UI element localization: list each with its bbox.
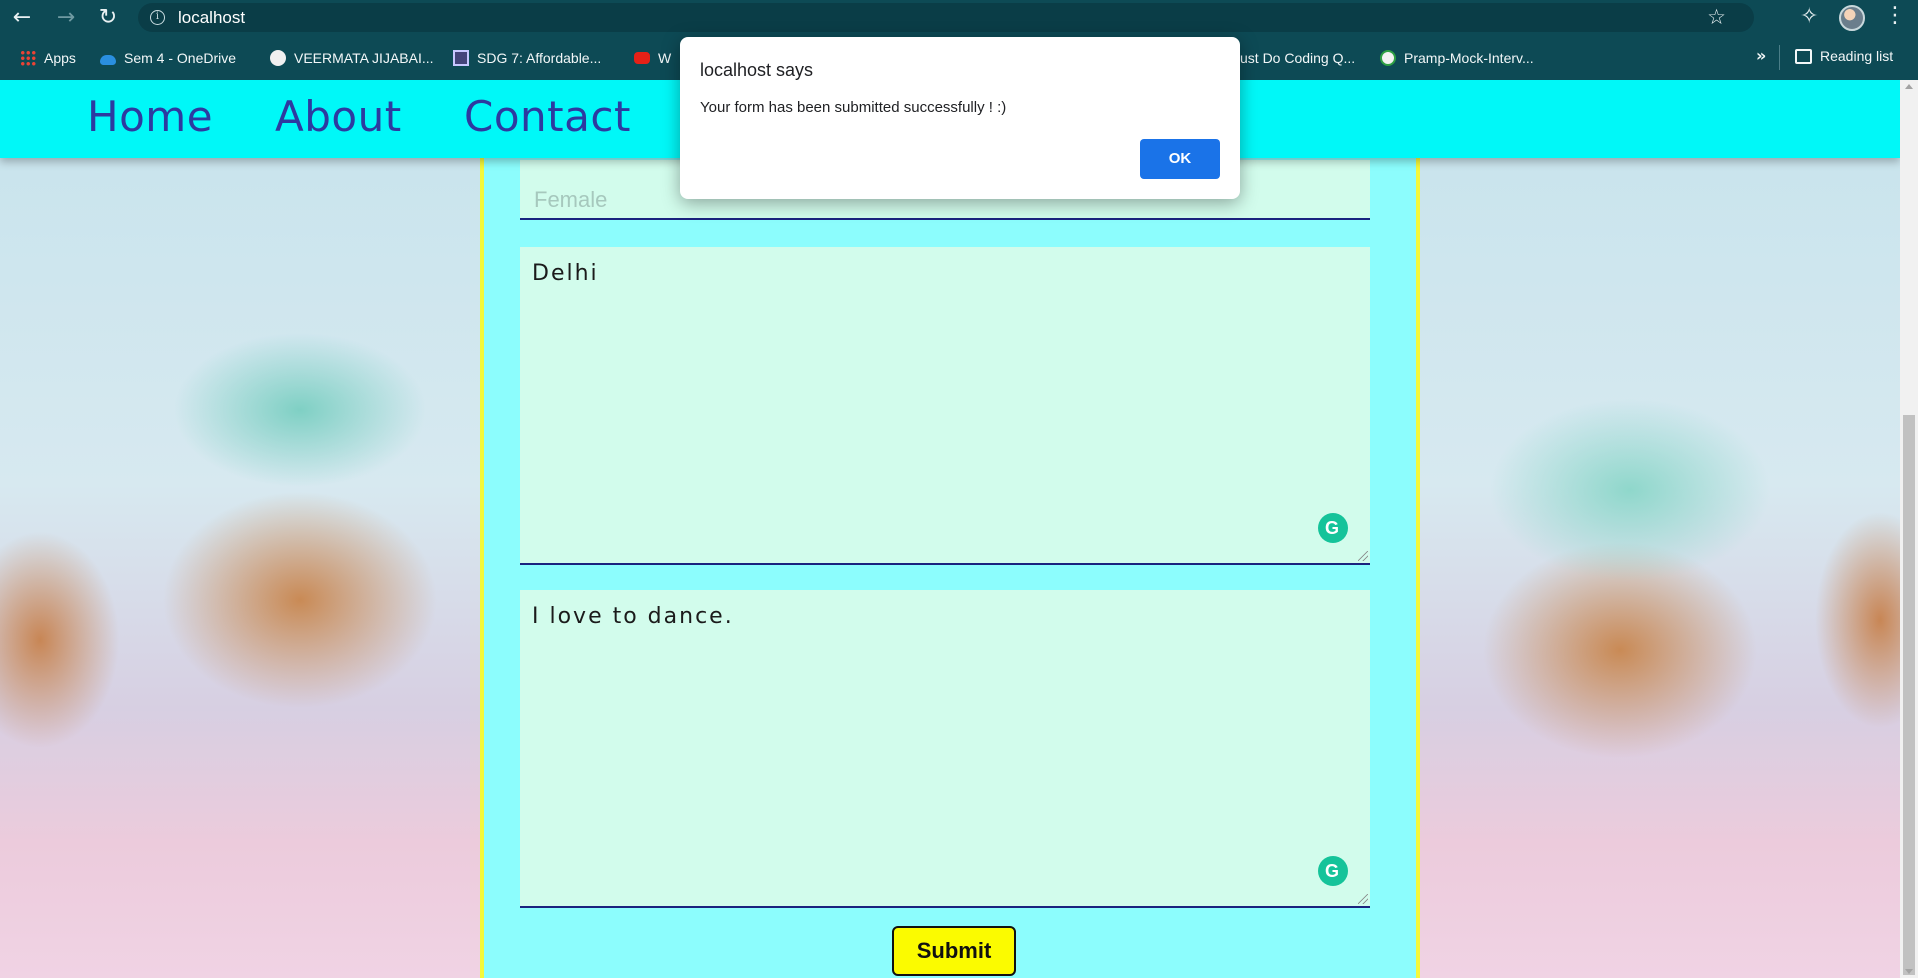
address-textarea[interactable]: Delhi G	[520, 247, 1370, 565]
reload-icon[interactable]: ↻	[94, 4, 122, 32]
bookmark-label: SDG 7: Affordable...	[477, 50, 602, 66]
reading-list-label: Reading list	[1820, 48, 1894, 64]
scroll-down-icon[interactable]	[1905, 969, 1913, 974]
ok-button[interactable]: OK	[1140, 139, 1220, 179]
message-text: I love to dance.	[532, 604, 734, 629]
bookmark-youtube[interactable]: W	[634, 48, 671, 68]
dialog-title: localhost says	[700, 60, 814, 80]
bookmark-pramp[interactable]: Pramp-Mock-Interv...	[1380, 48, 1534, 68]
avatar[interactable]	[1839, 5, 1865, 31]
submit-button[interactable]: Submit	[892, 926, 1016, 976]
nav-about-link[interactable]: About	[275, 92, 402, 141]
address-text: Delhi	[532, 261, 599, 286]
bookmark-label: W	[658, 50, 672, 66]
nav-home-link[interactable]: Home	[87, 92, 213, 141]
resize-handle-icon[interactable]	[1358, 551, 1368, 561]
bookmark-sdg7[interactable]: SDG 7: Affordable...	[453, 48, 601, 68]
bookmark-label: Apps	[44, 50, 76, 66]
check-icon	[1380, 50, 1396, 66]
bookmark-label: ust Do Coding Q...	[1240, 50, 1356, 66]
bookmark-label: Sem 4 - OneDrive	[124, 50, 237, 66]
page-viewport: Home About Contact Female Delhi G I love…	[0, 80, 1900, 978]
nav-contact-link[interactable]: Contact	[464, 92, 631, 141]
bookmark-apps[interactable]: Apps	[20, 48, 76, 68]
extensions-icon[interactable]: ✧	[1800, 4, 1818, 29]
grammarly-icon[interactable]: G	[1318, 513, 1348, 543]
menu-dots-icon[interactable]: ⋮	[1884, 3, 1906, 28]
apps-grid-icon	[20, 50, 36, 66]
browser-toolbar: ← → ↻ i localhost ☆ ✧ ⋮	[0, 0, 1918, 35]
reading-list-icon	[1795, 48, 1812, 64]
youtube-icon	[634, 52, 650, 64]
scrollbar-thumb[interactable]	[1903, 415, 1915, 975]
url-text[interactable]: localhost	[178, 8, 245, 28]
reading-list-button[interactable]: Reading list	[1795, 48, 1893, 64]
alert-dialog: localhost says Your form has been submit…	[680, 37, 1240, 199]
message-textarea[interactable]: I love to dance. G	[520, 590, 1370, 908]
contact-form: Female Delhi G I love to dance. G Submit	[480, 120, 1420, 978]
back-icon[interactable]: ←	[8, 4, 36, 32]
address-bar[interactable]: i localhost ☆	[138, 3, 1754, 32]
forward-icon[interactable]: →	[52, 4, 80, 32]
bookmark-label: Pramp-Mock-Interv...	[1404, 50, 1534, 66]
more-bookmarks-icon[interactable]: »	[1756, 46, 1766, 65]
bookmark-star-icon[interactable]: ☆	[1707, 5, 1726, 29]
bookmark-label: VEERMATA JIJABAI...	[294, 50, 434, 66]
page-scrollbar[interactable]	[1900, 80, 1918, 978]
scroll-up-icon[interactable]	[1905, 84, 1913, 89]
onedrive-icon	[100, 54, 116, 65]
bookmark-veermata[interactable]: VEERMATA JIJABAI...	[270, 48, 434, 68]
grammarly-icon[interactable]: G	[1318, 856, 1348, 886]
resize-handle-icon[interactable]	[1358, 894, 1368, 904]
un-icon	[453, 50, 469, 66]
bookmark-onedrive[interactable]: Sem 4 - OneDrive	[100, 48, 236, 68]
gender-field-text: Female	[534, 187, 608, 212]
bookmark-coding[interactable]: ust Do Coding Q...	[1240, 48, 1355, 68]
dialog-message: Your form has been submitted successfull…	[700, 99, 1007, 116]
globe-icon	[270, 50, 286, 66]
divider	[1779, 45, 1780, 70]
site-info-icon[interactable]: i	[150, 10, 165, 25]
